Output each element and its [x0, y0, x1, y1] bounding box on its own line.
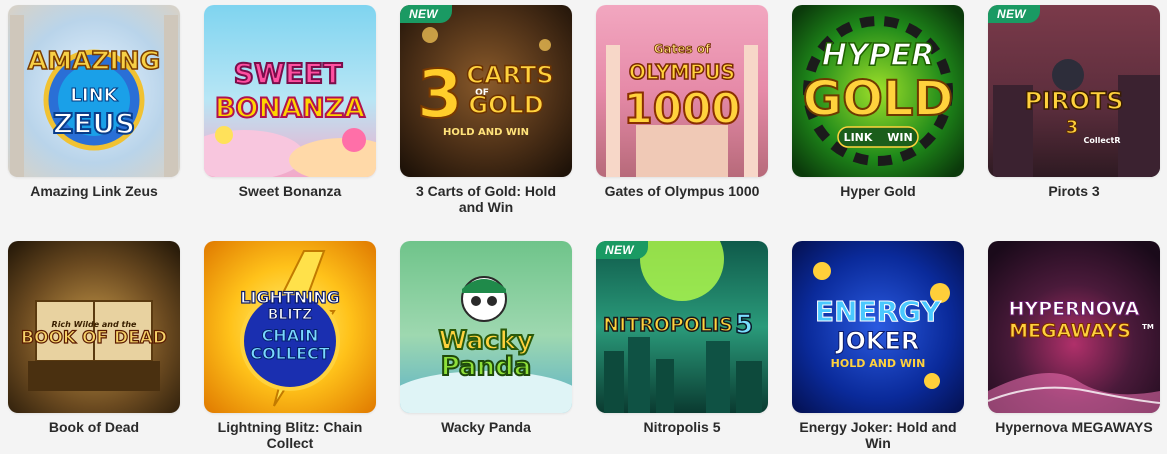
- game-thumbnail[interactable]: ENERGY JOKER HOLD AND WIN: [792, 241, 964, 413]
- logo-text: CARTS: [466, 61, 553, 89]
- logo-text: 3: [1066, 117, 1079, 138]
- logo-text: BLITZ: [268, 307, 313, 323]
- energy-joker-artwork: ENERGY JOKER HOLD AND WIN: [792, 241, 964, 413]
- logo-text: GOLD: [468, 91, 543, 119]
- game-thumbnail[interactable]: HYPERNOVA MEGAWAYS TM: [988, 241, 1160, 413]
- game-thumbnail[interactable]: Wacky Panda: [400, 241, 572, 413]
- logo-text: 1000: [624, 84, 741, 133]
- logo-text: GOLD: [803, 71, 954, 127]
- new-badge: NEW: [596, 241, 648, 259]
- game-title[interactable]: Hypernova MEGAWAYS: [988, 419, 1160, 435]
- logo-text: HYPER: [822, 38, 934, 73]
- game-title[interactable]: Wacky Panda: [400, 419, 572, 435]
- logo-text: LINK: [70, 85, 118, 106]
- game-title[interactable]: Lightning Blitz: Chain Collect: [204, 419, 376, 451]
- game-tile-sweet-bonanza[interactable]: SWEET BONANZA Sweet Bonanza: [204, 5, 376, 199]
- logo-text: TM: [1142, 323, 1154, 331]
- game-tile-amazing-link-zeus[interactable]: AMAZING LINK ZEUS Amazing Link Zeus: [8, 5, 180, 199]
- logo-text: OLYMPUS: [629, 60, 735, 84]
- game-tile-lightning-blitz[interactable]: LIGHTNING BLITZ CHAIN COLLECT Lightning …: [204, 241, 376, 451]
- game-thumbnail[interactable]: NITROPOLIS 5 NEW: [596, 241, 768, 413]
- logo-text: ZEUS: [53, 107, 135, 140]
- lightning-blitz-artwork: LIGHTNING BLITZ CHAIN COLLECT: [204, 241, 376, 413]
- game-title[interactable]: Gates of Olympus 1000: [596, 183, 768, 199]
- logo-text: 3: [417, 56, 463, 133]
- wacky-panda-artwork: Wacky Panda: [400, 241, 572, 413]
- game-title[interactable]: Book of Dead: [8, 419, 180, 435]
- game-grid: AMAZING LINK ZEUS Amazing Link Zeus SWEE…: [0, 0, 1167, 454]
- amazing-link-zeus-artwork: AMAZING LINK ZEUS: [8, 5, 180, 177]
- game-tile-gates-of-olympus-1000[interactable]: Gates of OLYMPUS 1000 Gates of Olympus 1…: [596, 5, 768, 199]
- hypernova-megaways-artwork: HYPERNOVA MEGAWAYS TM: [988, 241, 1160, 413]
- gates-of-olympus-artwork: Gates of OLYMPUS 1000: [596, 5, 768, 177]
- logo-text: COLLECT: [250, 344, 329, 363]
- 3-carts-of-gold-artwork: 3 CARTS OF GOLD HOLD AND WIN: [400, 5, 572, 177]
- nitropolis-5-artwork: NITROPOLIS 5: [596, 241, 768, 413]
- pirots-3-artwork: PIROTS 3 CollectR: [988, 5, 1160, 177]
- logo-text: CHAIN: [262, 326, 319, 345]
- game-thumbnail[interactable]: Gates of OLYMPUS 1000: [596, 5, 768, 177]
- game-thumbnail[interactable]: 3 CARTS OF GOLD HOLD AND WIN NEW: [400, 5, 572, 177]
- new-badge: NEW: [400, 5, 452, 23]
- game-title[interactable]: Nitropolis 5: [596, 419, 768, 435]
- logo-text: PIROTS: [1024, 87, 1123, 115]
- logo-text: SWEET: [234, 57, 342, 90]
- logo-text: ENERGY: [815, 295, 942, 328]
- logo-text: CollectR: [1083, 136, 1120, 145]
- game-thumbnail[interactable]: SWEET BONANZA: [204, 5, 376, 177]
- game-thumbnail[interactable]: PIROTS 3 CollectR NEW: [988, 5, 1160, 177]
- game-title[interactable]: Pirots 3: [988, 183, 1160, 199]
- logo-text: 5: [735, 310, 753, 340]
- game-tile-wacky-panda[interactable]: Wacky Panda Wacky Panda: [400, 241, 572, 435]
- game-tile-nitropolis-5[interactable]: NITROPOLIS 5 NEW Nitropolis 5: [596, 241, 768, 435]
- game-title[interactable]: Hyper Gold: [792, 183, 964, 199]
- logo-text: WIN: [887, 131, 912, 144]
- sweet-bonanza-artwork: SWEET BONANZA: [204, 5, 376, 177]
- game-thumbnail[interactable]: HYPER GOLD LINK WIN: [792, 5, 964, 177]
- logo-text: NITROPOLIS: [603, 314, 733, 336]
- game-title[interactable]: Sweet Bonanza: [204, 183, 376, 199]
- game-thumbnail[interactable]: Rich Wilde and the BOOK OF DEAD: [8, 241, 180, 413]
- game-tile-3-carts-of-gold[interactable]: 3 CARTS OF GOLD HOLD AND WIN NEW 3 Carts…: [400, 5, 572, 215]
- game-tile-hypernova-megaways[interactable]: HYPERNOVA MEGAWAYS TM Hypernova MEGAWAYS: [988, 241, 1160, 435]
- logo-text: JOKER: [835, 327, 920, 355]
- logo-text: Gates of: [654, 42, 711, 56]
- logo-text: BOOK OF DEAD: [21, 328, 167, 348]
- logo-text: AMAZING: [28, 46, 160, 75]
- logo-text: LIGHTNING: [240, 288, 339, 307]
- game-tile-energy-joker[interactable]: ENERGY JOKER HOLD AND WIN Energy Joker: …: [792, 241, 964, 451]
- logo-text: MEGAWAYS: [1009, 320, 1131, 342]
- new-badge: NEW: [988, 5, 1040, 23]
- logo-text: LINK: [844, 131, 873, 144]
- game-title[interactable]: 3 Carts of Gold: Hold and Win: [400, 183, 572, 215]
- game-thumbnail[interactable]: AMAZING LINK ZEUS: [8, 5, 180, 177]
- logo-text: HYPERNOVA: [1009, 298, 1140, 320]
- game-tile-book-of-dead[interactable]: Rich Wilde and the BOOK OF DEAD Book of …: [8, 241, 180, 435]
- logo-text: HOLD AND WIN: [443, 127, 529, 138]
- logo-text: Panda: [441, 352, 532, 382]
- logo-text: HOLD AND WIN: [831, 357, 926, 370]
- game-title[interactable]: Energy Joker: Hold and Win: [792, 419, 964, 451]
- game-tile-pirots-3[interactable]: PIROTS 3 CollectR NEW Pirots 3: [988, 5, 1160, 199]
- game-tile-hyper-gold[interactable]: HYPER GOLD LINK WIN Hyper Gold: [792, 5, 964, 199]
- game-thumbnail[interactable]: LIGHTNING BLITZ CHAIN COLLECT: [204, 241, 376, 413]
- game-title[interactable]: Amazing Link Zeus: [8, 183, 180, 199]
- hyper-gold-artwork: HYPER GOLD LINK WIN: [792, 5, 964, 177]
- logo-text: BONANZA: [215, 93, 365, 124]
- book-of-dead-artwork: Rich Wilde and the BOOK OF DEAD: [8, 241, 180, 413]
